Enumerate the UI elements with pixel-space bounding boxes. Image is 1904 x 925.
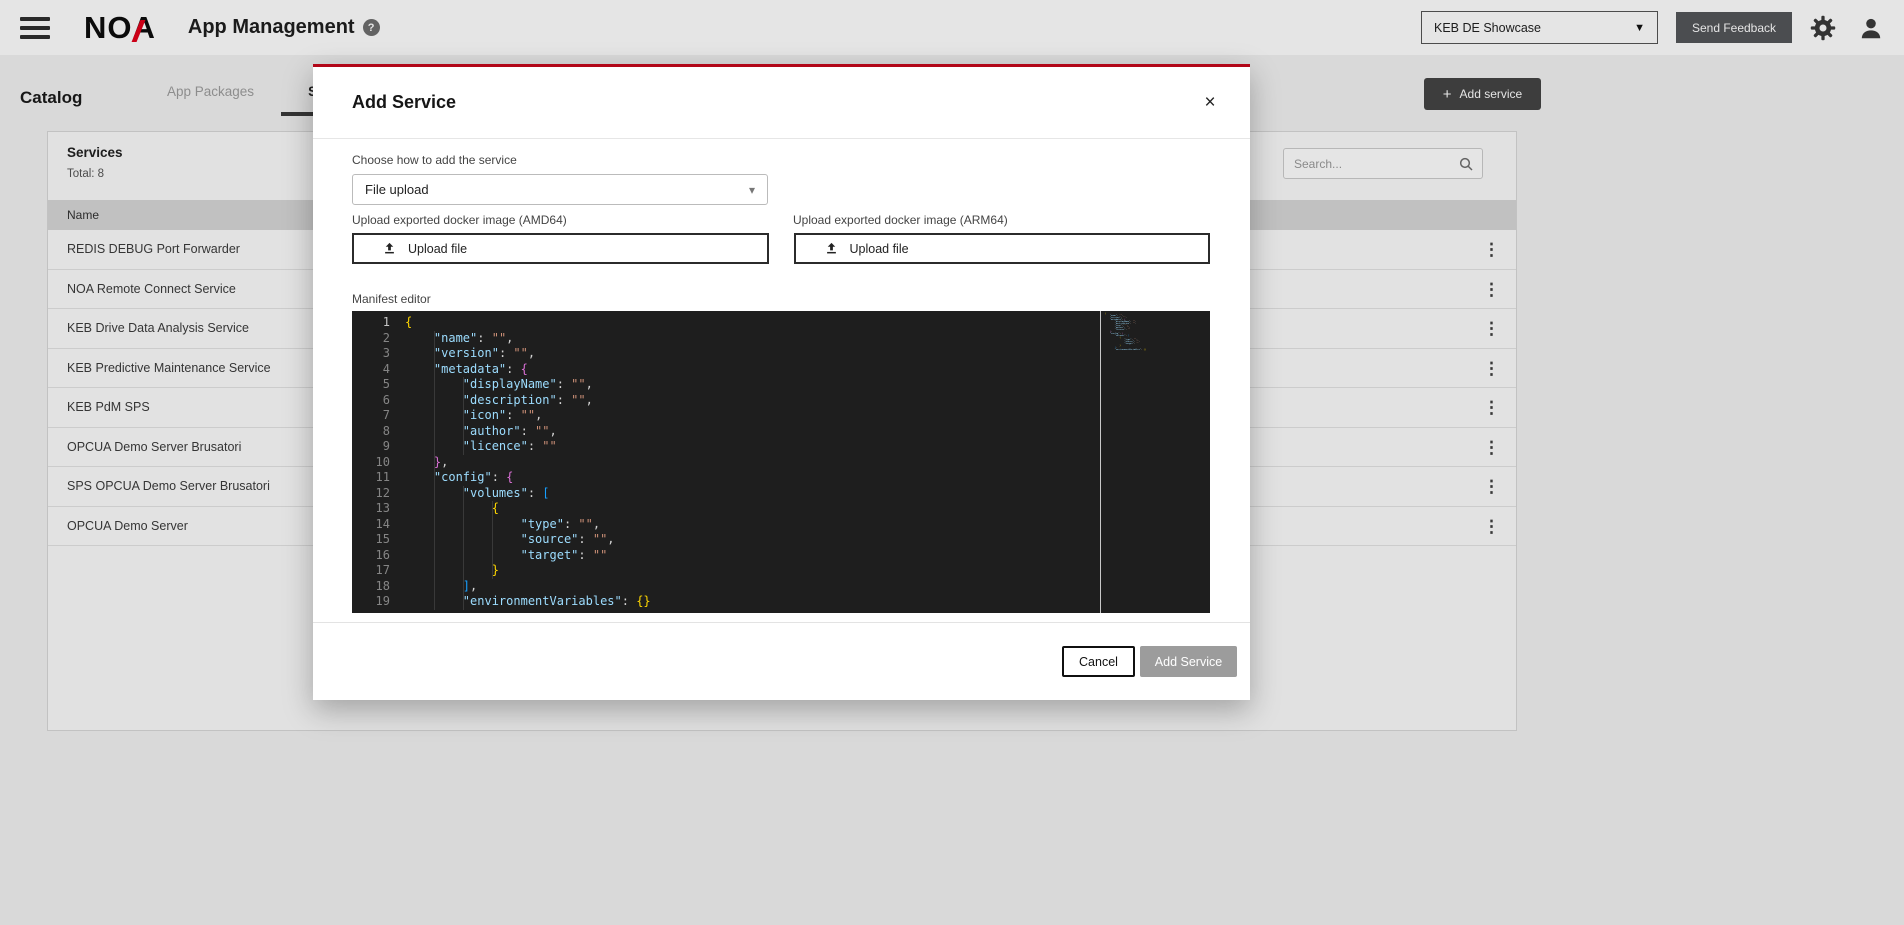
manifest-editor-label: Manifest editor [352,292,431,306]
chevron-down-icon: ▾ [749,183,755,197]
method-select[interactable]: File upload ▾ [352,174,768,205]
indent-guide [463,486,464,610]
editor-minimap[interactable]: { "name": "", "version": "", "metadata":… [1100,311,1210,613]
editor-minimap-content: { "name": "", "version": "", "metadata":… [1105,313,1146,351]
add-service-submit-button[interactable]: Add Service [1140,646,1237,677]
indent-guide [463,377,464,455]
upload-row: Upload file Upload file [352,233,1210,264]
dialog-footer: Cancel Add Service [313,622,1250,700]
upload-amd64-label: Upload exported docker image (AMD64) [352,213,567,227]
upload-file-amd64-button[interactable]: Upload file [352,233,769,264]
indent-guide [492,501,493,579]
upload-file-arm64-button[interactable]: Upload file [794,233,1211,264]
upload-button-label: Upload file [850,242,909,256]
add-service-dialog: Add Service × Choose how to add the serv… [313,64,1250,700]
cancel-button[interactable]: Cancel [1062,646,1135,677]
manifest-editor[interactable]: 1{2 "name": "",3 "version": "",4 "metada… [352,311,1210,613]
dialog-title: Add Service [352,92,456,113]
indent-guide [434,331,435,610]
dialog-header: Add Service × [313,67,1250,139]
choose-method-label: Choose how to add the service [352,153,517,167]
close-icon[interactable]: × [1196,89,1224,117]
upload-icon [382,241,397,256]
upload-arm64-label: Upload exported docker image (ARM64) [793,213,1008,227]
method-select-value: File upload [365,182,429,197]
upload-icon [824,241,839,256]
upload-button-label: Upload file [408,242,467,256]
